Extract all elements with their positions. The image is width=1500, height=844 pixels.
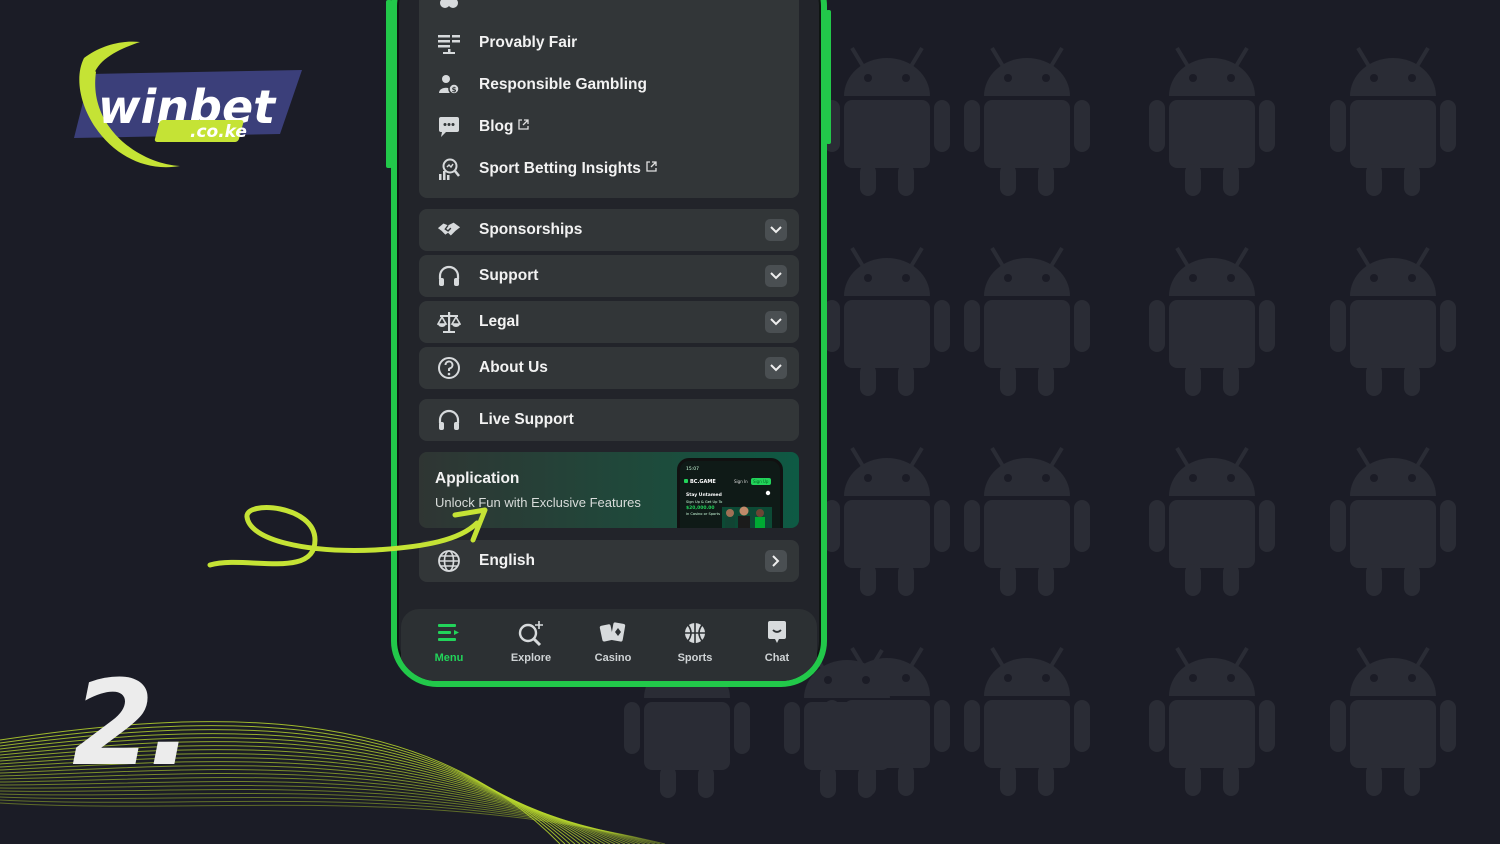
menu-links-card: Provably Fair $ Responsible Gambling Blo… [419,0,799,198]
accordion-about-us[interactable]: About Us [419,347,799,389]
menu-item-blog[interactable]: Blog [419,106,799,148]
chat-bubble-icon [437,115,461,139]
step-number: 2. [72,654,193,792]
preview-sign-in: Sign In [734,479,748,484]
android-icon [962,38,1092,198]
menu-item-provably-fair[interactable]: Provably Fair [419,22,799,64]
android-icon [962,238,1092,398]
headset-icon [437,264,461,288]
android-icon [1328,638,1458,798]
android-icon [1147,38,1277,198]
menu-item-sport-betting-insights[interactable]: Sport Betting Insights [419,148,799,190]
winbet-logo: winbet .co.ke [74,41,302,168]
tab-menu[interactable]: Menu [409,619,489,679]
external-link-icon [646,161,657,172]
logo-domain: .co.ke [190,122,247,142]
menu-item-responsible-gambling[interactable]: $ Responsible Gambling [419,64,799,106]
chevron-down-icon[interactable] [765,265,787,287]
preview-sign-up: Sign Up [753,479,769,484]
accordion-legal[interactable]: Legal [419,301,799,343]
tab-label: Menu [434,652,464,664]
chevron-right-icon[interactable] [765,550,787,572]
menu-item-label-wrap: Sport Betting Insights [479,160,657,178]
chevron-down-icon[interactable] [765,219,787,241]
android-icon [1328,438,1458,598]
wave-line [0,799,661,844]
tab-label: Chat [764,652,790,664]
chat-icon [763,619,791,647]
headset-icon [437,408,461,432]
android-icon [822,438,952,598]
tab-label: Sports [677,652,713,664]
android-icon [1147,638,1277,798]
android-icon [822,238,952,398]
menu-icon [435,619,463,647]
tab-sports[interactable]: Sports [655,619,735,679]
basketball-icon [681,619,709,647]
tab-label: Explore [510,652,552,664]
preview-headline: Stay Untamed [686,492,722,498]
menu-item-label: Sport Betting Insights [479,160,641,177]
question-circle-icon [437,356,461,380]
preview-time: 15:07 [686,466,699,472]
app-preview-screen: 15:07 BC.GAME Sign In Sign Up Stay Untam… [680,461,774,528]
menu-item-live-support[interactable]: Live Support [419,399,799,441]
android-icon [1328,238,1458,398]
preview-line2: in Casino or Sports [686,512,720,516]
menu-item-label: Blog [479,118,514,135]
accordion-sponsorships[interactable]: Sponsorships [419,209,799,251]
tab-label: Casino [594,652,632,664]
chevron-down-icon[interactable] [765,311,787,333]
tab-explore[interactable]: Explore [491,619,571,679]
preview-amount: $20,000.00 [686,505,714,511]
tab-chat[interactable]: Chat [737,619,817,679]
menu-item-label: Responsible Gambling [479,76,647,93]
people-icon: $ [437,73,461,97]
preview-line1: Sign Up & Get Up To [686,500,722,504]
explore-search-icon [517,619,545,647]
app-preview-phone: 15:07 BC.GAME Sign In Sign Up Stay Untam… [677,458,783,528]
external-link-icon [518,119,530,130]
android-icon [822,38,952,198]
android-icon [962,438,1092,598]
accordion-label: About Us [479,359,548,376]
cards-icon [599,619,627,647]
live-support-label: Live Support [479,411,574,428]
preview-brand: BC.GAME [690,479,716,485]
svg-text:$: $ [452,86,457,94]
forum-icon [437,0,461,15]
scale-list-icon [437,31,461,55]
android-icon [1147,438,1277,598]
insights-icon [437,157,461,181]
accordion-label: Legal [479,313,520,330]
chevron-down-icon[interactable] [765,357,787,379]
application-title: Application [435,470,520,487]
accordion-label: Sponsorships [479,221,583,238]
menu-item-label-wrap: Blog [479,118,530,136]
pointer-arrow [207,505,488,568]
bottom-tab-bar: Menu Explore Casino Sports Chat [401,609,817,681]
justice-scale-icon [437,310,461,334]
android-icon [962,638,1092,798]
menu-item-forum-partial[interactable] [419,0,799,24]
menu-item-label: Provably Fair [479,34,578,51]
handshake-icon [437,218,461,242]
accordion-support[interactable]: Support [419,255,799,297]
android-icon [1328,38,1458,198]
android-icon [1147,238,1277,398]
tab-casino[interactable]: Casino [573,619,653,679]
accordion-label: Support [479,267,539,284]
